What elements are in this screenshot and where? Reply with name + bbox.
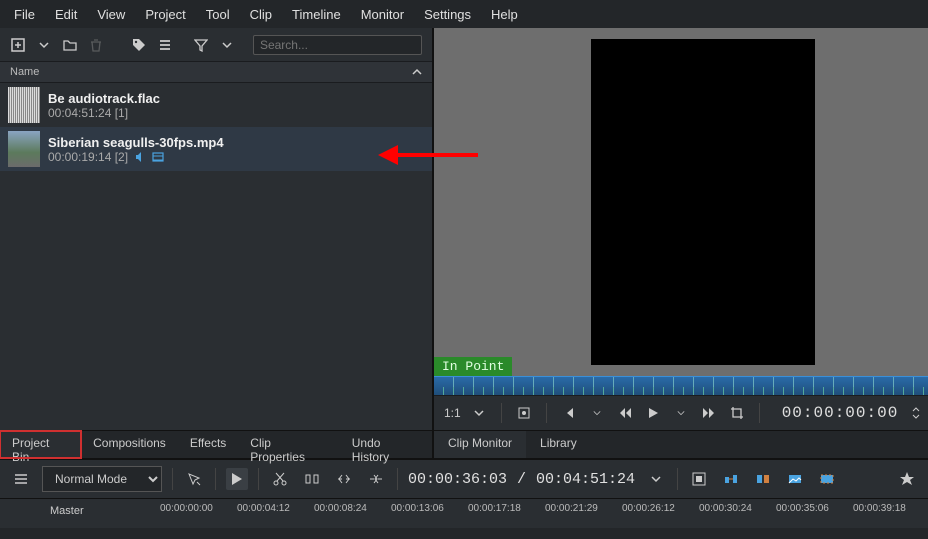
timecode-sep: /	[517, 471, 526, 488]
forward-icon[interactable]	[699, 403, 719, 423]
select-tool-icon[interactable]	[226, 468, 248, 490]
ruler-tick: 00:00:30:24	[699, 503, 776, 514]
bin-toolbar	[0, 28, 432, 62]
crop-icon[interactable]	[727, 403, 747, 423]
trash-icon[interactable]	[88, 37, 104, 53]
edit-mode-select[interactable]: Normal Mode	[42, 466, 162, 492]
in-point-icon[interactable]	[514, 403, 534, 423]
panel-tabs: Project Bin Compositions Effects Clip Pr…	[0, 430, 432, 458]
show-tags-icon[interactable]	[752, 468, 774, 490]
menu-project[interactable]: Project	[135, 3, 195, 26]
column-header[interactable]: Name	[0, 62, 432, 83]
tool-icon[interactable]	[183, 468, 205, 490]
spacer-icon[interactable]	[301, 468, 323, 490]
monitor-tabs: Clip Monitor Library	[434, 430, 928, 458]
tab-clip-monitor[interactable]: Clip Monitor	[434, 431, 526, 458]
video-preview	[591, 39, 815, 365]
tag-icon[interactable]	[131, 37, 147, 53]
timeline-toolbar: Normal Mode 00:00:36:03 / 00:04:51:24	[0, 458, 928, 498]
add-clip-icon[interactable]	[10, 37, 26, 53]
menu-tool[interactable]: Tool	[196, 3, 240, 26]
ruler-tick: 00:00:21:29	[545, 503, 622, 514]
list-icon[interactable]	[157, 37, 173, 53]
in-point-label: In Point	[434, 357, 512, 376]
stepper-icon[interactable]	[906, 403, 926, 423]
ruler-times: 00:00:00:00 00:00:04:12 00:00:08:24 00:0…	[160, 503, 928, 514]
name-column-label: Name	[10, 66, 39, 78]
rewind-icon[interactable]	[615, 403, 635, 423]
ruler-tick: 00:00:39:18	[853, 503, 928, 514]
timeline-position[interactable]: 00:00:36:03	[408, 471, 507, 488]
tab-undo-history[interactable]: Undo History	[340, 431, 432, 458]
filter-icon[interactable]	[193, 37, 209, 53]
monitor-viewport[interactable]: In Point	[434, 28, 928, 376]
tab-clip-properties[interactable]: Clip Properties	[238, 431, 339, 458]
chevron-down-icon[interactable]	[645, 468, 667, 490]
tab-library[interactable]: Library	[526, 431, 591, 458]
menu-settings[interactable]: Settings	[414, 3, 481, 26]
file-name: Siberian seagulls-30fps.mp4	[48, 135, 224, 150]
chevron-down-icon[interactable]	[671, 403, 691, 423]
master-track-label: Master	[50, 505, 84, 517]
goto-start-icon[interactable]	[559, 403, 579, 423]
chevron-down-icon[interactable]	[219, 37, 235, 53]
file-name: Be audiotrack.flac	[48, 91, 160, 106]
monitor-ruler[interactable]	[434, 376, 928, 396]
menubar: File Edit View Project Tool Clip Timelin…	[0, 0, 928, 28]
search-input[interactable]	[253, 35, 422, 55]
favorite-icon[interactable]	[896, 468, 918, 490]
chevron-down-icon[interactable]	[469, 403, 489, 423]
monitor-timecode[interactable]: 00:00:00:00	[782, 404, 899, 422]
chevron-down-icon[interactable]	[36, 37, 52, 53]
chevron-down-icon[interactable]	[587, 403, 607, 423]
video-thumbnail	[8, 131, 40, 167]
video-icon	[152, 151, 164, 163]
ruler-tick: 00:00:08:24	[314, 503, 391, 514]
mix-audio-icon[interactable]	[720, 468, 742, 490]
ruler-tick: 00:00:04:12	[237, 503, 314, 514]
show-thumbs-icon[interactable]	[784, 468, 806, 490]
menu-help[interactable]: Help	[481, 3, 528, 26]
folder-icon[interactable]	[62, 37, 78, 53]
insert-icon[interactable]	[333, 468, 355, 490]
tab-effects[interactable]: Effects	[178, 431, 238, 458]
timeline-duration: 00:04:51:24	[536, 471, 635, 488]
menu-file[interactable]: File	[4, 3, 45, 26]
menu-clip[interactable]: Clip	[240, 3, 282, 26]
menu-view[interactable]: View	[87, 3, 135, 26]
play-icon[interactable]	[643, 403, 663, 423]
list-item[interactable]: Be audiotrack.flac 00:04:51:24 [1]	[0, 83, 432, 127]
project-bin-panel: Name Be audiotrack.flac 00:04:51:24 [1] …	[0, 28, 434, 458]
list-item[interactable]: Siberian seagulls-30fps.mp4 00:00:19:14 …	[0, 127, 432, 171]
sort-icon[interactable]	[412, 67, 422, 77]
overwrite-icon[interactable]	[365, 468, 387, 490]
zoom-ratio[interactable]: 1:1	[444, 406, 461, 420]
menu-edit[interactable]: Edit	[45, 3, 87, 26]
file-meta: 00:04:51:24 [1]	[48, 106, 160, 120]
show-markers-icon[interactable]	[816, 468, 838, 490]
cut-icon[interactable]	[269, 468, 291, 490]
menu-timeline[interactable]: Timeline	[282, 3, 351, 26]
ruler-tick: 00:00:26:12	[622, 503, 699, 514]
monitor-controls: 1:1 00:00:00:00	[434, 396, 928, 430]
track-menu-icon[interactable]	[10, 468, 32, 490]
ruler-tick: 00:00:13:06	[391, 503, 468, 514]
file-meta: 00:00:19:14 [2]	[48, 150, 128, 164]
audio-icon	[134, 151, 146, 163]
ruler-tick: 00:00:17:18	[468, 503, 545, 514]
ruler-tick: 00:00:35:06	[776, 503, 853, 514]
audio-thumbnail	[8, 87, 40, 123]
menu-monitor[interactable]: Monitor	[351, 3, 414, 26]
monitor-panel: In Point 1:1 00:00:00:00 Clip Monitor	[434, 28, 928, 458]
tab-project-bin[interactable]: Project Bin	[0, 431, 81, 458]
tab-compositions[interactable]: Compositions	[81, 431, 178, 458]
preview-icon[interactable]	[688, 468, 710, 490]
timeline-ruler[interactable]: Master 00:00:00:00 00:00:04:12 00:00:08:…	[0, 498, 928, 528]
ruler-tick: 00:00:00:00	[160, 503, 237, 514]
file-list: Be audiotrack.flac 00:04:51:24 [1] Siber…	[0, 83, 432, 430]
